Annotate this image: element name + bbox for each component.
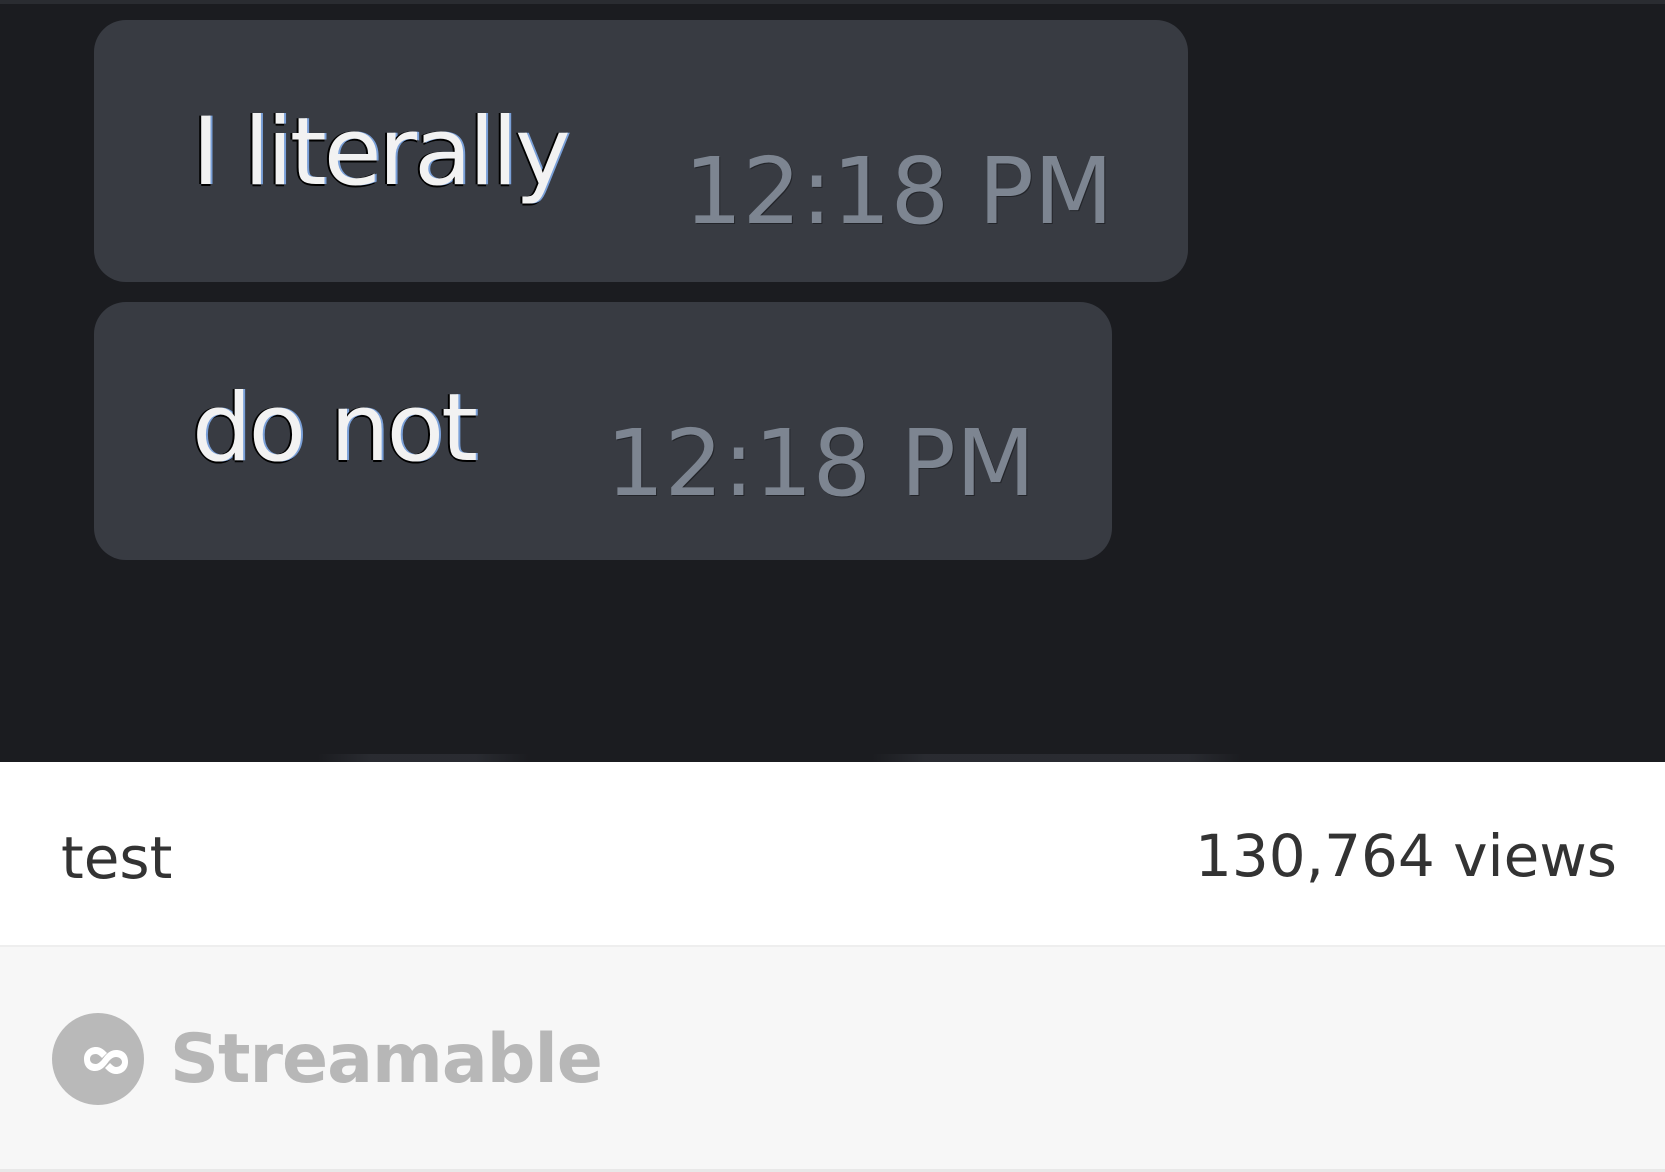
chat-message-time: 12:18 PM [684, 138, 1114, 245]
video-title: test [61, 824, 173, 892]
video-top-edge [0, 0, 1665, 4]
partially-visible-video-content [80, 754, 1400, 762]
brand-footer: Streamable [0, 947, 1665, 1172]
chat-message-text: do not [192, 374, 478, 483]
chat-message-bubble: do not 12:18 PM [94, 302, 1112, 560]
video-info-bar: test 130,764 views [0, 762, 1665, 947]
chat-message-time: 12:18 PM [606, 410, 1036, 517]
streamable-home-link[interactable]: Streamable [52, 1013, 603, 1105]
video-player[interactable]: I literally 12:18 PM do not 12:18 PM [0, 0, 1665, 762]
view-count: 130,764 views [1194, 822, 1617, 890]
streamable-brand-name: Streamable [170, 1019, 603, 1099]
infinity-logo-icon [52, 1013, 144, 1105]
chat-message-text: I literally [192, 98, 571, 207]
chat-message-bubble: I literally 12:18 PM [94, 20, 1188, 282]
